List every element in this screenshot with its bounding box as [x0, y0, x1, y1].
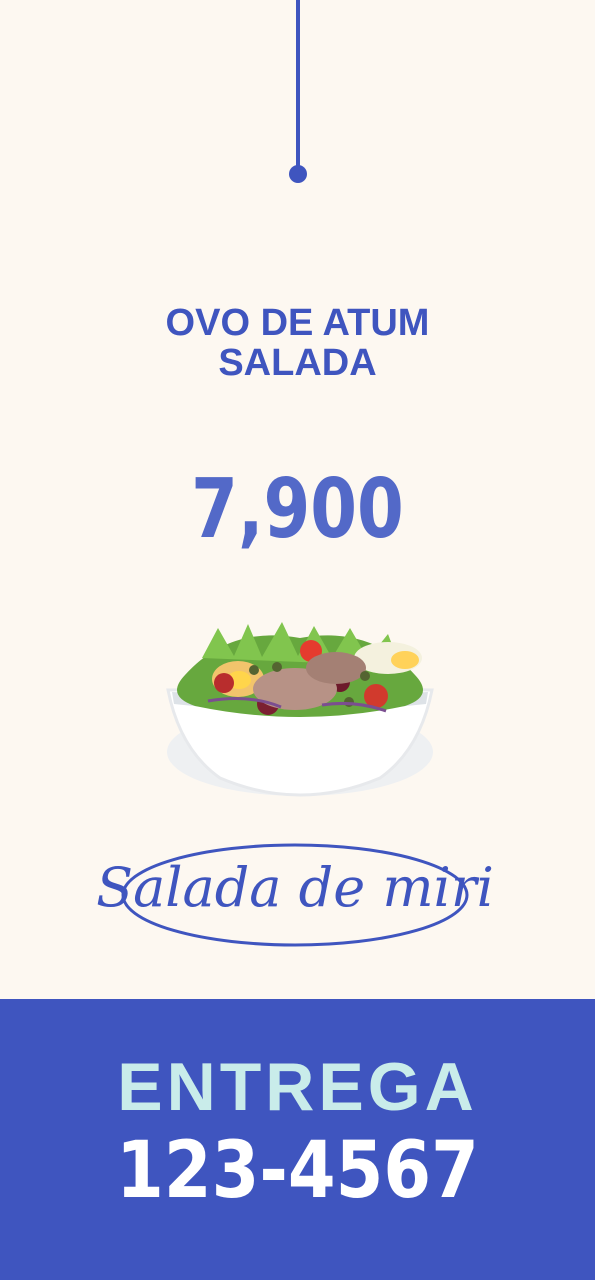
hanger-line — [296, 0, 300, 168]
hanger-dot-icon — [289, 165, 307, 183]
product-title-line-1: OVO DE ATUM — [165, 302, 430, 344]
delivery-label: ENTREGA — [117, 1049, 478, 1125]
product-price: 7,900 — [191, 462, 404, 557]
product-title-line-2: SALADA — [218, 342, 377, 384]
brand-name: Salada de miri — [96, 856, 494, 919]
product-title: OVO DE ATUM SALADA — [0, 303, 595, 383]
salad-bowl-icon — [166, 622, 434, 797]
brand-mark: Salada de miri — [80, 838, 510, 953]
phone-number: 123-4567 — [116, 1126, 479, 1216]
delivery-footer: ENTREGA 123-4567 — [0, 999, 595, 1280]
flyer-page: OVO DE ATUM SALADA 7,900 Salada de miri — [0, 0, 595, 1280]
